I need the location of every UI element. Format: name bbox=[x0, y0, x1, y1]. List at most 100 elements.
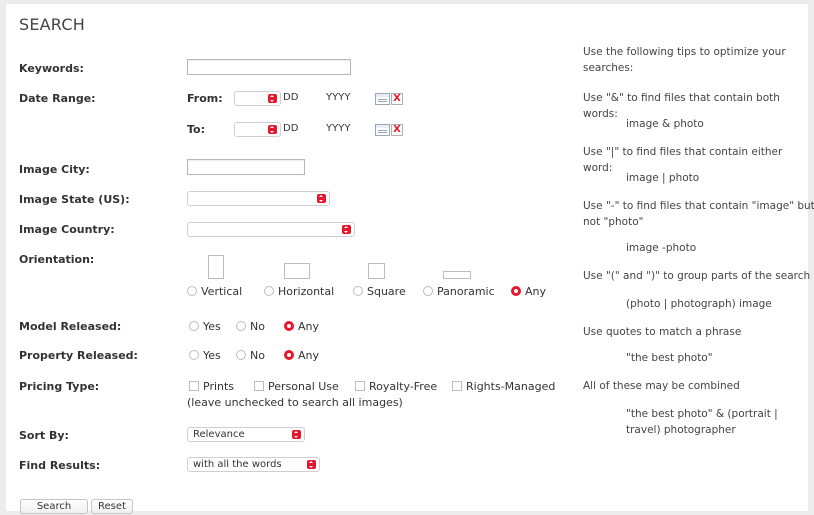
find-results-value: with all the words bbox=[193, 459, 282, 470]
option-label: No bbox=[250, 349, 265, 362]
orientation-option-vertical[interactable]: Vertical bbox=[187, 285, 242, 298]
select-arrow-icon bbox=[292, 430, 301, 439]
property-released-option-yes[interactable]: Yes bbox=[189, 349, 221, 362]
tip-or-example: image | photo bbox=[626, 172, 700, 184]
pricing-option-prints[interactable]: Prints bbox=[189, 380, 234, 393]
radio-button-selected[interactable] bbox=[284, 350, 294, 360]
model-released-option-no[interactable]: No bbox=[236, 320, 265, 333]
orientation-label: Orientation: bbox=[19, 253, 95, 266]
image-country-select[interactable] bbox=[187, 222, 355, 237]
page-title: SEARCH bbox=[19, 15, 85, 34]
keywords-input[interactable] bbox=[187, 59, 351, 75]
property-released-option-any[interactable]: Any bbox=[284, 349, 319, 362]
option-label: Panoramic bbox=[437, 285, 495, 298]
date-range-label: Date Range: bbox=[19, 92, 96, 105]
find-results-select[interactable]: with all the words bbox=[187, 457, 320, 472]
radio-button[interactable] bbox=[236, 350, 246, 360]
tip-combine-example: "the best photo" & (portrait | travel) p… bbox=[626, 408, 778, 436]
radio-button[interactable] bbox=[189, 350, 199, 360]
image-city-input[interactable] bbox=[187, 159, 305, 175]
option-label: Any bbox=[525, 285, 547, 298]
radio-button-selected[interactable] bbox=[511, 286, 521, 296]
keywords-label: Keywords: bbox=[19, 62, 84, 75]
option-label: Any bbox=[298, 349, 320, 362]
pricing-option-royalty-free[interactable]: Royalty-Free bbox=[355, 380, 437, 393]
select-arrow-icon bbox=[342, 225, 351, 234]
orientation-option-horizontal[interactable]: Horizontal bbox=[264, 285, 334, 298]
checkbox[interactable] bbox=[189, 381, 199, 391]
option-label: Yes bbox=[203, 320, 221, 333]
date-from-label: From: bbox=[187, 92, 223, 105]
radio-button[interactable] bbox=[189, 321, 199, 331]
tip-group-example: (photo | photograph) image bbox=[626, 298, 772, 310]
orientation-option-square[interactable]: Square bbox=[353, 285, 406, 298]
clear-date-from-icon[interactable]: X bbox=[391, 93, 403, 105]
option-label: No bbox=[250, 320, 265, 333]
calendar-icon[interactable] bbox=[375, 124, 390, 136]
select-arrow-icon bbox=[307, 460, 316, 469]
date-from-day[interactable]: DD bbox=[283, 92, 321, 103]
square-orientation-icon bbox=[368, 263, 385, 279]
checkbox[interactable] bbox=[355, 381, 365, 391]
tips-intro: Use the following tips to optimize your … bbox=[583, 46, 786, 74]
tip-phrase-example: "the best photo" bbox=[626, 352, 713, 364]
orientation-option-any[interactable]: Any bbox=[511, 285, 546, 298]
select-arrow-icon bbox=[268, 94, 277, 103]
reset-button[interactable]: Reset bbox=[91, 499, 133, 514]
clear-date-to-icon[interactable]: X bbox=[391, 124, 403, 136]
property-released-option-no[interactable]: No bbox=[236, 349, 265, 362]
sort-by-value: Relevance bbox=[193, 429, 245, 440]
option-label: Prints bbox=[203, 380, 235, 393]
date-to-label: To: bbox=[187, 123, 205, 136]
date-from-month-select[interactable] bbox=[234, 91, 281, 106]
option-label: Any bbox=[298, 320, 320, 333]
radio-button[interactable] bbox=[353, 286, 363, 296]
radio-button[interactable] bbox=[236, 321, 246, 331]
sort-by-label: Sort By: bbox=[19, 429, 69, 442]
image-country-label: Image Country: bbox=[19, 223, 115, 236]
image-state-select[interactable] bbox=[187, 191, 330, 206]
option-label: Personal Use bbox=[268, 380, 339, 393]
option-label: Royalty-Free bbox=[369, 380, 438, 393]
tip-phrase: Use quotes to match a phrase bbox=[583, 326, 742, 338]
image-state-label: Image State (US): bbox=[19, 193, 130, 206]
date-to-day[interactable]: DD bbox=[283, 123, 321, 134]
checkbox[interactable] bbox=[254, 381, 264, 391]
select-arrow-icon bbox=[268, 125, 277, 134]
model-released-option-any[interactable]: Any bbox=[284, 320, 319, 333]
find-results-label: Find Results: bbox=[19, 459, 101, 472]
checkbox[interactable] bbox=[452, 381, 462, 391]
model-released-option-yes[interactable]: Yes bbox=[189, 320, 221, 333]
keywords-field[interactable] bbox=[188, 60, 350, 75]
date-to-month-select[interactable] bbox=[234, 122, 281, 137]
date-from-year[interactable]: YYYY bbox=[326, 92, 374, 103]
vertical-orientation-icon bbox=[208, 255, 224, 279]
date-to-year[interactable]: YYYY bbox=[326, 123, 374, 134]
radio-button[interactable] bbox=[423, 286, 433, 296]
option-label: Yes bbox=[203, 349, 221, 362]
radio-button[interactable] bbox=[187, 286, 197, 296]
image-city-label: Image City: bbox=[19, 163, 90, 176]
panoramic-orientation-icon bbox=[443, 271, 471, 279]
sort-by-select[interactable]: Relevance bbox=[187, 427, 305, 442]
horizontal-orientation-icon bbox=[284, 263, 310, 279]
tip-not: Use "-" to find files that contain "imag… bbox=[583, 200, 814, 228]
orientation-option-panoramic[interactable]: Panoramic bbox=[423, 285, 495, 298]
pricing-type-label: Pricing Type: bbox=[19, 380, 100, 393]
search-button[interactable]: Search bbox=[20, 499, 88, 514]
radio-button-selected[interactable] bbox=[284, 321, 294, 331]
calendar-icon[interactable] bbox=[375, 93, 390, 105]
tip-combine: All of these may be combined bbox=[583, 380, 740, 392]
image-city-field[interactable] bbox=[188, 160, 304, 175]
pricing-option-personal-use[interactable]: Personal Use bbox=[254, 380, 339, 393]
option-label: Square bbox=[367, 285, 406, 298]
search-panel: SEARCH Keywords: Date Range: From: DD YY… bbox=[6, 4, 814, 514]
option-label: Vertical bbox=[201, 285, 243, 298]
radio-button[interactable] bbox=[264, 286, 274, 296]
pricing-note: (leave unchecked to search all images) bbox=[187, 396, 403, 409]
property-released-label: Property Released: bbox=[19, 349, 138, 362]
model-released-label: Model Released: bbox=[19, 320, 122, 333]
option-label: Rights-Managed bbox=[466, 380, 556, 393]
tip-and-example: image & photo bbox=[626, 118, 704, 130]
pricing-option-rights-managed[interactable]: Rights-Managed bbox=[452, 380, 555, 393]
